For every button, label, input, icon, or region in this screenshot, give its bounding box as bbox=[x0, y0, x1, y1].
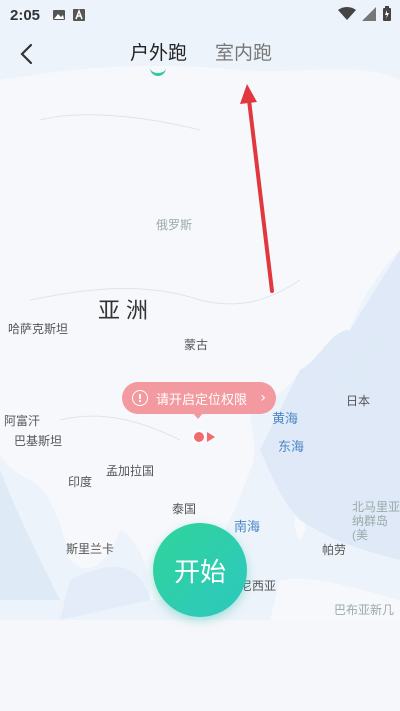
run-mode-tabs: 户外跑 室内跑 bbox=[130, 38, 272, 76]
map-label-east-china-sea: 东海 bbox=[278, 439, 305, 454]
status-time: 2:05 bbox=[10, 6, 41, 24]
signal-icon bbox=[362, 7, 376, 21]
active-tab-indicator bbox=[150, 68, 166, 76]
status-bar: 2:05 bbox=[0, 0, 400, 30]
back-button[interactable] bbox=[12, 40, 40, 68]
map-label-palau: 帕劳 bbox=[322, 543, 347, 557]
start-run-button[interactable]: 开始 bbox=[153, 523, 247, 617]
enable-location-prompt[interactable]: ! 请开启定位权限 › bbox=[122, 382, 276, 414]
map-label-yellow-sea: 黄海 bbox=[272, 411, 299, 426]
map-label-mongolia: 蒙古 bbox=[184, 338, 209, 352]
image-notification-icon bbox=[53, 10, 66, 20]
current-location-marker bbox=[192, 430, 206, 444]
prompt-pointer bbox=[192, 412, 204, 419]
battery-icon bbox=[383, 6, 391, 21]
tab-outdoor-run-label: 户外跑 bbox=[130, 42, 188, 64]
map-label-japan: 日本 bbox=[346, 394, 371, 408]
map-label-papua-new-guinea: 巴布亚新几 bbox=[334, 603, 395, 617]
map-label-northern-mariana: 北马里亚纳群岛(美 bbox=[352, 500, 400, 542]
heading-arrow-icon bbox=[207, 432, 215, 442]
top-navigation: 户外跑 室内跑 bbox=[0, 30, 400, 82]
app-notification-icon bbox=[73, 8, 86, 21]
map-label-bangladesh: 孟加拉国 bbox=[106, 464, 155, 478]
map-label-kazakhstan: 哈萨克斯坦 bbox=[8, 322, 69, 336]
tab-outdoor-run[interactable]: 户外跑 bbox=[130, 38, 188, 76]
map-label-russia: 俄罗斯 bbox=[156, 218, 193, 232]
warning-icon: ! bbox=[132, 390, 148, 406]
map-label-pakistan: 巴基斯坦 bbox=[14, 434, 63, 448]
tab-indoor-run[interactable]: 室内跑 bbox=[215, 38, 272, 65]
map-label-asia: 亚洲 bbox=[98, 298, 155, 323]
tab-indoor-run-label: 室内跑 bbox=[215, 42, 273, 64]
map-label-south-china-sea: 南海 bbox=[234, 519, 261, 534]
map-label-thailand: 泰国 bbox=[172, 502, 197, 516]
map-label-afghanistan: 阿富汗 bbox=[4, 414, 41, 428]
map-label-india: 印度 bbox=[68, 475, 93, 489]
chevron-right-icon: › bbox=[260, 390, 266, 406]
chevron-left-icon bbox=[20, 43, 33, 65]
wifi-icon bbox=[338, 7, 356, 20]
map-label-sri-lanka: 斯里兰卡 bbox=[66, 542, 115, 556]
enable-location-text: 请开启定位权限 bbox=[156, 392, 248, 408]
start-run-label: 开始 bbox=[173, 557, 226, 588]
